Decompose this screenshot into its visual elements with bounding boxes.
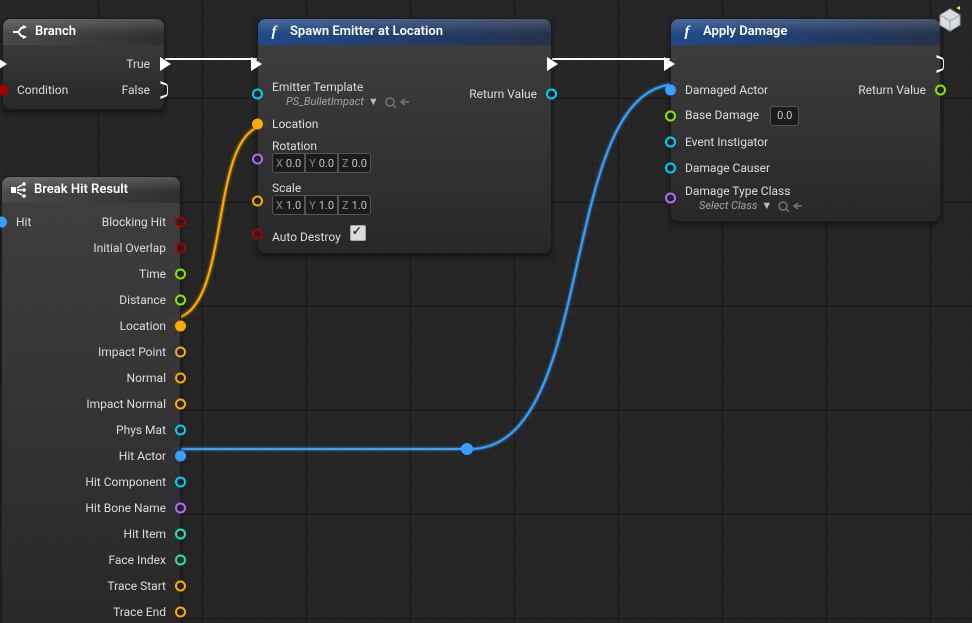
return-value-pin[interactable] <box>935 85 946 96</box>
event-instigator-pin[interactable] <box>665 137 676 148</box>
scale-label: Scale <box>272 181 301 195</box>
exec-true-pin[interactable] <box>160 57 171 71</box>
out-impact-point-label: Impact Point <box>98 345 166 359</box>
auto-destroy-pin[interactable] <box>252 229 263 240</box>
exec-false-label: False <box>122 83 150 97</box>
out-impact-point-pin[interactable] <box>175 347 186 358</box>
chevron-down-icon: ▼ <box>368 95 379 108</box>
damage-type-label: Damage Type Class <box>685 184 790 198</box>
out-impact-normal-pin[interactable] <box>175 399 186 410</box>
out-trace-end-label: Trace End <box>113 605 166 619</box>
damage-causer-label: Damage Causer <box>685 161 770 175</box>
out-trace-end-pin[interactable] <box>175 607 186 618</box>
location-pin[interactable] <box>252 119 263 130</box>
event-instigator-label: Event Instigator <box>685 135 768 149</box>
damage-causer-pin[interactable] <box>665 163 676 174</box>
out-normal-label: Normal <box>127 371 166 385</box>
condition-pin[interactable] <box>0 85 8 96</box>
exec-in-pin[interactable] <box>664 57 675 71</box>
out-distance-label: Distance <box>119 293 166 307</box>
return-value-pin[interactable] <box>546 89 557 100</box>
node-break-hit-result[interactable]: Break Hit Result Hit Blocking Hit Initia… <box>1 176 181 623</box>
node-title-text: Break Hit Result <box>34 182 128 197</box>
exec-in-pin[interactable] <box>251 57 262 71</box>
break-struct-icon <box>9 181 27 199</box>
rotation-pin[interactable] <box>252 154 263 165</box>
node-title-text: Spawn Emitter at Location <box>290 24 443 39</box>
branch-icon <box>10 23 28 41</box>
out-hit-actor-pin[interactable] <box>175 451 186 462</box>
asset-nav-icons[interactable] <box>778 199 806 212</box>
node-branch[interactable]: Branch True Condition False <box>2 18 165 110</box>
exec-true-label: True <box>126 57 150 71</box>
out-blocking-hit-label: Blocking Hit <box>102 215 166 229</box>
scale-input[interactable]: X1.0 Y1.0 Z1.0 <box>272 195 371 215</box>
rotation-input[interactable]: X0.0 Y0.0 Z0.0 <box>272 153 371 173</box>
out-initial-overlap-pin[interactable] <box>175 243 186 254</box>
rotation-label: Rotation <box>272 139 317 153</box>
chevron-down-icon: ▼ <box>761 199 772 212</box>
auto-destroy-label: Auto Destroy <box>272 230 341 244</box>
out-impact-normal-label: Impact Normal <box>86 397 166 411</box>
reroute-node[interactable] <box>461 443 473 455</box>
return-value-label: Return Value <box>469 87 537 101</box>
damaged-actor-pin[interactable] <box>665 85 676 96</box>
out-trace-start-label: Trace Start <box>107 579 166 593</box>
scale-pin[interactable] <box>252 196 263 207</box>
node-title[interactable]: Break Hit Result <box>2 177 180 203</box>
out-location-label: Location <box>120 319 166 333</box>
hit-in-label: Hit <box>16 215 31 229</box>
emitter-template-selector[interactable]: PS_BulletImpact ▼ <box>286 95 413 108</box>
out-face-index-label: Face Index <box>108 553 166 567</box>
node-title[interactable]: f Spawn Emitter at Location <box>258 19 551 45</box>
node-title-text: Apply Damage <box>703 24 787 39</box>
blueprint-class-icon[interactable] <box>936 5 964 33</box>
blueprint-canvas[interactable]: Branch True Condition False Break Hit Re… <box>0 0 972 623</box>
out-phys-mat-pin[interactable] <box>175 425 186 436</box>
node-title[interactable]: Branch <box>3 19 164 45</box>
damage-type-pin[interactable] <box>665 193 676 204</box>
out-normal-pin[interactable] <box>175 373 186 384</box>
out-trace-start-pin[interactable] <box>175 581 186 592</box>
out-time-pin[interactable] <box>175 269 186 280</box>
out-hit-item-pin[interactable] <box>175 529 186 540</box>
out-hit-bone-name-pin[interactable] <box>175 503 186 514</box>
exec-out-pin[interactable] <box>547 57 558 71</box>
out-hit-component-pin[interactable] <box>175 477 186 488</box>
emitter-template-pin[interactable] <box>252 89 263 100</box>
condition-label: Condition <box>17 83 68 97</box>
function-icon: f <box>265 23 283 41</box>
node-title-text: Branch <box>35 24 76 39</box>
out-hit-actor-label: Hit Actor <box>119 449 166 463</box>
out-blocking-hit-pin[interactable] <box>175 217 186 228</box>
out-face-index-pin[interactable] <box>175 555 186 566</box>
function-icon: f <box>678 23 696 41</box>
location-label: Location <box>272 117 318 131</box>
out-hit-item-label: Hit Item <box>124 527 166 541</box>
out-initial-overlap-label: Initial Overlap <box>93 241 166 255</box>
out-hit-bone-name-label: Hit Bone Name <box>85 501 166 515</box>
base-damage-label: Base Damage <box>685 108 759 122</box>
exec-false-pin[interactable] <box>160 81 167 99</box>
out-time-label: Time <box>139 267 166 281</box>
node-apply-damage[interactable]: f Apply Damage Damaged Actor Return Valu… <box>670 18 941 222</box>
asset-nav-icons[interactable] <box>385 95 413 108</box>
return-value-label: Return Value <box>858 83 926 97</box>
hit-in-pin[interactable] <box>0 217 7 228</box>
out-hit-component-label: Hit Component <box>85 475 166 489</box>
auto-destroy-checkbox[interactable] <box>350 225 366 241</box>
base-damage-pin[interactable] <box>665 111 676 122</box>
node-spawn-emitter[interactable]: f Spawn Emitter at Location Emitter Temp… <box>257 18 552 254</box>
out-location-pin[interactable] <box>175 321 186 332</box>
damaged-actor-label: Damaged Actor <box>685 83 768 97</box>
out-phys-mat-label: Phys Mat <box>116 423 166 437</box>
node-title[interactable]: f Apply Damage <box>671 19 940 45</box>
exec-in-pin[interactable] <box>0 57 7 71</box>
emitter-template-label: Emitter Template <box>272 80 363 94</box>
exec-out-pin[interactable] <box>936 55 943 73</box>
damage-type-selector[interactable]: Select Class ▼ <box>699 199 806 212</box>
out-distance-pin[interactable] <box>175 295 186 306</box>
base-damage-input[interactable]: 0.0 <box>770 106 799 126</box>
